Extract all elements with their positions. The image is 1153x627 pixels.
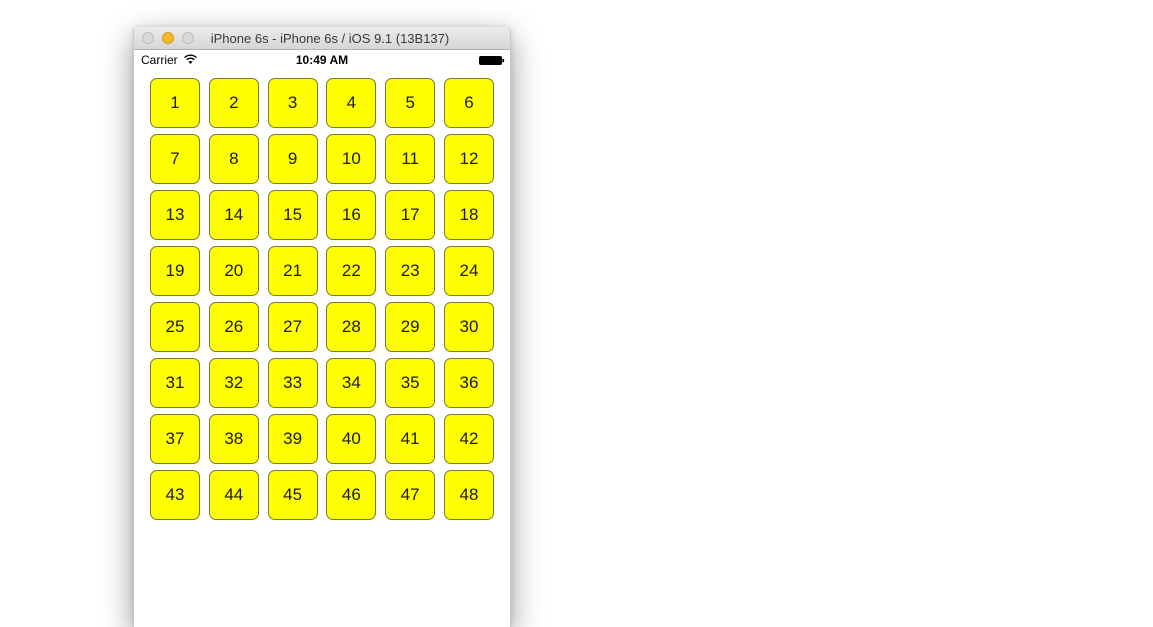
grid-cell-button[interactable]: 12 — [444, 134, 494, 184]
grid-cell-button[interactable]: 34 — [326, 358, 377, 408]
grid-cell-button[interactable]: 42 — [444, 414, 494, 464]
grid-cell-button[interactable]: 24 — [444, 246, 494, 296]
grid-cell-button[interactable]: 2 — [208, 78, 259, 128]
grid-cell-button[interactable]: 30 — [444, 302, 494, 352]
grid-cell-button[interactable]: 20 — [208, 246, 259, 296]
grid-cell-button[interactable]: 45 — [267, 470, 318, 520]
grid-cell-button[interactable]: 46 — [326, 470, 377, 520]
grid-cell-button[interactable]: 5 — [385, 78, 436, 128]
status-time: 10:49 AM — [295, 53, 349, 67]
battery-icon — [479, 56, 505, 65]
grid-cell-button[interactable]: 48 — [444, 470, 494, 520]
grid-cell-button[interactable]: 40 — [326, 414, 377, 464]
simulator-window: iPhone 6s - iPhone 6s / iOS 9.1 (13B137)… — [133, 27, 511, 627]
grid-cell-button[interactable]: 21 — [267, 246, 318, 296]
grid-cell-button[interactable]: 17 — [385, 190, 436, 240]
number-grid: 1 2 3 4 5 6 7 8 9 10 11 12 13 14 15 16 17 18 19 20 21 22 23 24 2… — [150, 78, 496, 528]
grid-cell-button[interactable]: 19 — [150, 246, 200, 296]
grid-cell-button[interactable]: 18 — [444, 190, 494, 240]
title-bar[interactable]: iPhone 6s - iPhone 6s / iOS 9.1 (13B137) — [134, 27, 510, 50]
grid-cell-button[interactable]: 6 — [444, 78, 494, 128]
grid-cell-button[interactable]: 41 — [385, 414, 436, 464]
grid-cell-button[interactable]: 1 — [150, 78, 200, 128]
grid-cell-button[interactable]: 14 — [208, 190, 259, 240]
grid-cell-button[interactable]: 15 — [267, 190, 318, 240]
grid-cell-button[interactable]: 3 — [267, 78, 318, 128]
grid-cell-button[interactable]: 8 — [208, 134, 259, 184]
ios-status-bar: Carrier 10:49 AM — [134, 50, 510, 70]
grid-cell-button[interactable]: 36 — [444, 358, 494, 408]
grid-cell-button[interactable]: 25 — [150, 302, 200, 352]
grid-cell-button[interactable]: 47 — [385, 470, 436, 520]
grid-cell-button[interactable]: 37 — [150, 414, 200, 464]
grid-cell-button[interactable]: 38 — [208, 414, 259, 464]
grid-cell-button[interactable]: 13 — [150, 190, 200, 240]
grid-cell-button[interactable]: 35 — [385, 358, 436, 408]
grid-cell-button[interactable]: 10 — [326, 134, 377, 184]
grid-cell-button[interactable]: 4 — [326, 78, 377, 128]
grid-cell-button[interactable]: 44 — [208, 470, 259, 520]
grid-cell-button[interactable]: 43 — [150, 470, 200, 520]
grid-cell-button[interactable]: 39 — [267, 414, 318, 464]
window-title: iPhone 6s - iPhone 6s / iOS 9.1 (13B137) — [210, 31, 450, 46]
close-window-button[interactable] — [142, 32, 154, 44]
grid-cell-button[interactable]: 22 — [326, 246, 377, 296]
grid-cell-button[interactable]: 31 — [150, 358, 200, 408]
grid-cell-button[interactable]: 11 — [385, 134, 436, 184]
grid-cell-button[interactable]: 28 — [326, 302, 377, 352]
grid-cell-button[interactable]: 27 — [267, 302, 318, 352]
grid-cell-button[interactable]: 33 — [267, 358, 318, 408]
zoom-window-button[interactable] — [182, 32, 194, 44]
grid-cell-button[interactable]: 32 — [208, 358, 259, 408]
grid-cell-button[interactable]: 26 — [208, 302, 259, 352]
grid-cell-button[interactable]: 29 — [385, 302, 436, 352]
grid-cell-button[interactable]: 9 — [267, 134, 318, 184]
grid-cell-button[interactable]: 7 — [150, 134, 200, 184]
grid-cell-button[interactable]: 16 — [326, 190, 377, 240]
minimize-window-button[interactable] — [162, 32, 174, 44]
grid-cell-button[interactable]: 23 — [385, 246, 436, 296]
